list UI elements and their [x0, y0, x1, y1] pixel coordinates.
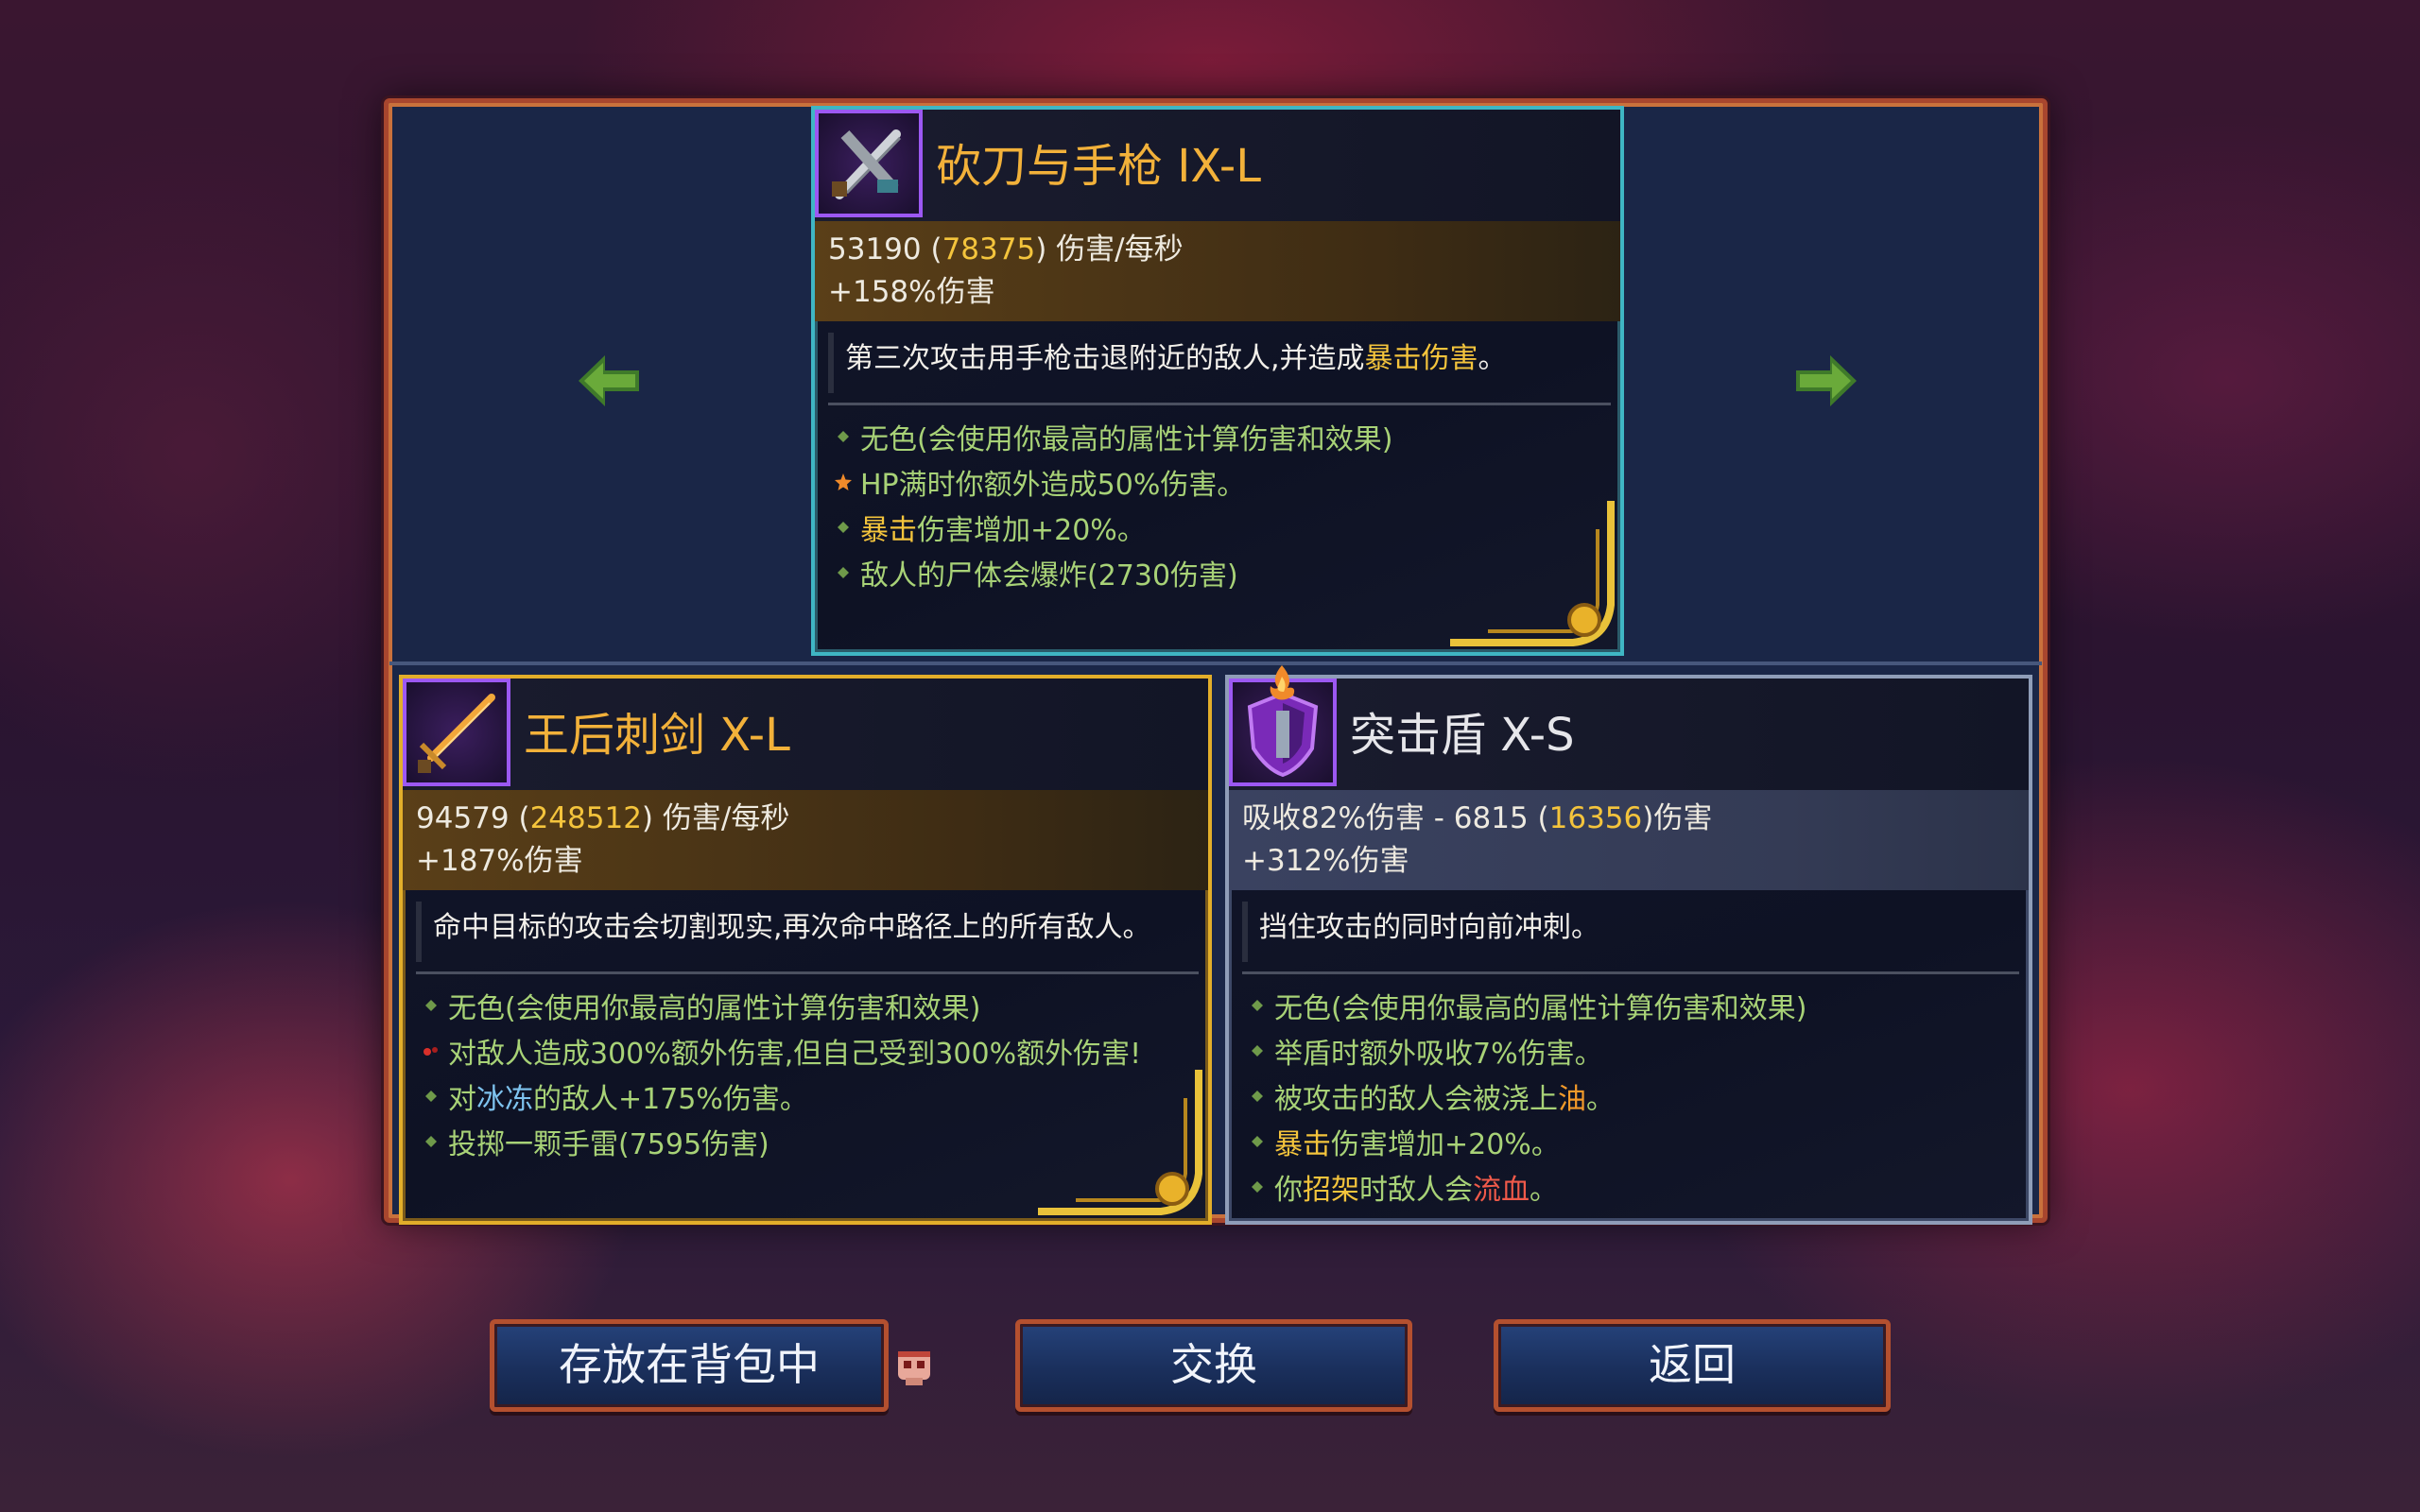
blood-bullet-icon — [422, 1041, 441, 1060]
affix-text: 的敌人+175%伤害。 — [533, 1083, 808, 1116]
affix-item: 对冰冻 的敌人+175%伤害。 — [422, 1074, 1199, 1119]
diamond-bullet-icon — [834, 563, 853, 582]
weapon-description: 第三次攻击用手枪击退附近的敌人,并造成暴击伤害。 — [828, 333, 1607, 393]
stat-suffix: )伤害 — [1642, 801, 1713, 835]
affix-text: 举盾时额外吸收7%伤害。 — [1274, 1038, 1603, 1071]
diamond-bullet-icon — [422, 1087, 441, 1106]
card-header — [1229, 679, 2029, 790]
diamond-bullet-icon — [422, 1132, 441, 1151]
affix-text: 无色(会使用你最高的属性计算伤害和效果) — [860, 423, 1393, 456]
dps-base: 53190 ( — [828, 232, 942, 266]
damage-bonus: +158%伤害 — [828, 275, 995, 309]
weapon-stats: 53190 (78375) 伤害/每秒 +158%伤害 — [815, 221, 1620, 321]
affix-list: 无色(会使用你最高的属性计算伤害和效果) HP满时你额外造成50%伤害。 暴击伤… — [834, 414, 1611, 595]
affix-item: 暴击 伤害增加+20%。 — [1248, 1119, 2019, 1164]
diamond-bullet-icon — [1248, 996, 1267, 1015]
divider — [1242, 971, 2019, 974]
diamond-bullet-icon — [1248, 1087, 1267, 1106]
rapier-icon — [403, 679, 510, 786]
weapon-description: 挡住攻击的同时向前冲刺。 — [1242, 902, 2015, 962]
damage-bonus: +187%伤害 — [416, 844, 583, 878]
affix-item: 敌人的尸体会爆炸(2730伤害) — [834, 550, 1611, 595]
diamond-bullet-icon — [422, 996, 441, 1015]
diamond-bullet-icon — [1248, 1177, 1267, 1196]
dps-bonus: 78375 — [942, 232, 1036, 266]
affix-item: 无色(会使用你最高的属性计算伤害和效果) — [834, 414, 1611, 459]
affix-keyword: 冰冻 — [476, 1083, 533, 1116]
affix-keyword: 油 — [1558, 1083, 1586, 1116]
cleaver-pistol-icon — [815, 110, 923, 217]
stat-bonus: 16356 — [1548, 801, 1643, 835]
dps-suffix: ) 伤害/每秒 — [641, 801, 790, 835]
affix-text: 被攻击的敌人会被浇上 — [1274, 1083, 1558, 1116]
store-in-backpack-button[interactable]: 存放在背包中 — [490, 1319, 889, 1412]
affix-item: 被攻击的敌人会被浇上油。 — [1248, 1074, 2019, 1119]
weapon-stats: 94579 (248512) 伤害/每秒 +187%伤害 — [403, 790, 1208, 890]
weapon-description: 命中目标的攻击会切割现实,再次命中路径上的所有敌人。 — [416, 902, 1195, 962]
affix-item: 无色(会使用你最高的属性计算伤害和效果) — [1248, 983, 2019, 1028]
flame-icon — [1265, 663, 1299, 701]
divider — [416, 971, 1199, 974]
affix-text: 无色(会使用你最高的属性计算伤害和效果) — [448, 992, 981, 1025]
affix-item: 暴击 伤害增加+20%。 — [834, 505, 1611, 550]
left-arrow-icon[interactable] — [579, 355, 639, 406]
affix-text: 对敌人造成300%额外伤害,但自己受到300%额外伤害! — [448, 1038, 1142, 1071]
affix-text: 你 — [1274, 1174, 1303, 1207]
weapon-card-cleaver-pistol[interactable]: 砍刀与手枪 IX-L 53190 (78375) 伤害/每秒 +158%伤害 第… — [811, 106, 1624, 656]
affix-keyword: 招架 — [1303, 1174, 1359, 1207]
skull-icon — [892, 1346, 936, 1389]
damage-bonus: +312%伤害 — [1242, 844, 1409, 878]
affix-keyword: 暴击 — [1274, 1128, 1331, 1161]
diamond-bullet-icon — [1248, 1041, 1267, 1060]
affix-text: 伤害增加+20%。 — [917, 514, 1146, 547]
affix-text: 伤害增加+20%。 — [1331, 1128, 1560, 1161]
affix-list: 无色(会使用你最高的属性计算伤害和效果) 举盾时额外吸收7%伤害。 被攻击的敌人… — [1248, 983, 2019, 1210]
stat-prefix: 吸收82%伤害 - 6815 ( — [1242, 801, 1549, 835]
affix-list: 无色(会使用你最高的属性计算伤害和效果) 对敌人造成300%额外伤害,但自己受到… — [422, 983, 1199, 1164]
affix-text: 。 — [1586, 1083, 1615, 1116]
affix-item: 举盾时额外吸收7%伤害。 — [1248, 1028, 2019, 1074]
affix-item: 投掷一颗手雷(7595伤害) — [422, 1119, 1199, 1164]
weapon-title: 王后刺剑 X-L — [524, 709, 790, 762]
diamond-bullet-icon — [834, 427, 853, 446]
dps-base: 94579 ( — [416, 801, 530, 835]
panel-divider — [389, 662, 2042, 665]
affix-text: 对 — [448, 1083, 476, 1116]
description-highlight: 暴击伤害 — [1364, 342, 1478, 375]
affix-text: 投掷一颗手雷(7595伤害) — [448, 1128, 769, 1161]
affix-keyword: 暴击 — [860, 514, 917, 547]
right-arrow-icon[interactable] — [1796, 355, 1857, 406]
star-bullet-icon — [834, 472, 853, 491]
weapon-stats: 吸收82%伤害 - 6815 (16356)伤害 +312%伤害 — [1229, 790, 2029, 890]
description-text: 第三次攻击用手枪击退附近的敌人,并造成 — [845, 342, 1365, 375]
diamond-bullet-icon — [1248, 1132, 1267, 1151]
affix-text: 时敌人会 — [1359, 1174, 1473, 1207]
dps-suffix: ) 伤害/每秒 — [1035, 232, 1184, 266]
affix-text: HP满时你额外造成50%伤害。 — [860, 469, 1246, 502]
affix-item: 无色(会使用你最高的属性计算伤害和效果) — [422, 983, 1199, 1028]
affix-text: 。 — [1530, 1174, 1558, 1207]
weapon-title: 砍刀与手枪 IX-L — [936, 140, 1261, 193]
weapon-title: 突击盾 X-S — [1350, 709, 1575, 762]
affix-item: 你招架 时敌人会 流血。 — [1248, 1164, 2019, 1210]
weapon-card-assault-shield[interactable]: 突击盾 X-S 吸收82%伤害 - 6815 (16356)伤害 +312%伤害… — [1225, 675, 2032, 1225]
affix-item: HP满时你额外造成50%伤害。 — [834, 459, 1611, 505]
swap-button[interactable]: 交换 — [1015, 1319, 1412, 1412]
description-end: 。 — [1478, 342, 1507, 375]
back-button[interactable]: 返回 — [1494, 1319, 1891, 1412]
weapon-card-queen-rapier[interactable]: 王后刺剑 X-L 94579 (248512) 伤害/每秒 +187%伤害 命中… — [399, 675, 1212, 1225]
affix-keyword: 流血 — [1473, 1174, 1530, 1207]
divider — [828, 403, 1611, 405]
affix-text: 敌人的尸体会爆炸(2730伤害) — [860, 559, 1238, 593]
dps-bonus: 248512 — [529, 801, 642, 835]
diamond-bullet-icon — [834, 518, 853, 537]
affix-item: 对敌人造成300%额外伤害,但自己受到300%额外伤害! — [422, 1028, 1199, 1074]
affix-text: 无色(会使用你最高的属性计算伤害和效果) — [1274, 992, 1807, 1025]
